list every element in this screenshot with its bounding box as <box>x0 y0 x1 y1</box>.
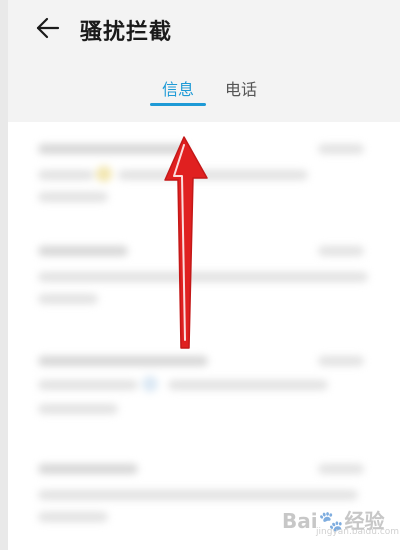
tab-calls[interactable]: 电话 <box>225 76 257 100</box>
blurred-text <box>38 170 94 180</box>
blurred-text <box>118 170 308 180</box>
blurred-emoji <box>96 166 112 182</box>
blurred-text <box>38 380 138 390</box>
blurred-time <box>318 246 364 256</box>
watermark-url: jingyan.baidu.com <box>316 527 400 537</box>
blurred-time <box>318 356 364 366</box>
baidu-jingyan-watermark: Bai🐾经验 jingyan.baidu.com <box>282 497 399 537</box>
tab-bar: 信息 电话 <box>0 72 400 112</box>
blurred-text <box>38 294 98 304</box>
list-item[interactable] <box>8 130 400 230</box>
back-button[interactable] <box>34 14 62 42</box>
blurred-text <box>38 272 368 282</box>
tab-messages[interactable]: 信息 <box>162 76 194 100</box>
app-header: 骚扰拦截 <box>8 0 400 60</box>
arrow-left-icon[interactable] <box>34 14 62 42</box>
blurred-text <box>38 404 118 414</box>
phone-screen: 骚扰拦截 信息 电话 Bai🐾经验 jingyan.baidu.com <box>0 0 400 550</box>
blurred-time <box>318 144 364 154</box>
blurred-sender <box>38 356 208 366</box>
page-title: 骚扰拦截 <box>80 20 173 45</box>
blurred-time <box>318 464 364 474</box>
blurred-sender <box>38 464 138 474</box>
list-item[interactable] <box>8 344 400 444</box>
blurred-text <box>38 192 108 202</box>
blurred-sender <box>38 144 188 154</box>
blurred-emoji <box>142 376 158 392</box>
tab-active-indicator <box>150 103 206 106</box>
blurred-text <box>38 512 108 522</box>
blocked-message-list <box>8 122 400 550</box>
blurred-sender <box>38 246 128 256</box>
blurred-text <box>168 380 328 390</box>
list-item[interactable] <box>8 234 400 334</box>
